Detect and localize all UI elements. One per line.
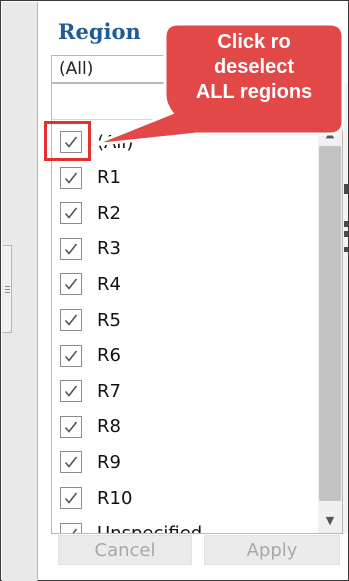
checkmark-icon [64,172,78,184]
checkbox[interactable] [60,380,82,403]
region-option[interactable]: R6 [52,340,318,372]
region-option-label: R3 [97,238,121,260]
checkmark-icon [64,243,78,255]
region-option[interactable]: R9 [52,446,318,478]
callout-line: Click ro [217,31,291,53]
chevron-down-icon[interactable]: ▼ [318,509,342,531]
callout-text: Click ro deselect ALL regions [166,30,342,105]
region-option-label: R4 [97,273,121,295]
region-option-label: R1 [97,167,121,189]
region-option[interactable]: R7 [52,375,318,407]
region-option[interactable]: Unspecified [52,518,318,533]
region-option[interactable]: R3 [52,233,318,265]
checkmark-icon [64,207,78,219]
background-peek-mark [344,221,348,227]
background-peek-mark [344,184,348,194]
checkbox[interactable] [60,309,82,331]
region-option-label: R10 [97,487,133,509]
checkmark-icon [64,350,78,362]
checkbox[interactable] [60,166,82,189]
checkbox[interactable] [60,415,82,438]
region-options: (All) R1 R2 R3 R4 R5 R6 R7 R8 R9 R10 Unspecified [52,120,318,533]
checkmark-icon [64,278,78,291]
checkbox[interactable] [60,451,82,474]
checkmark-icon [64,492,78,504]
checkmark-icon [64,456,78,469]
scrollbar-thumb[interactable] [319,146,341,501]
highlight-box [44,121,91,161]
checkbox[interactable] [60,273,82,296]
checkbox[interactable] [60,344,82,367]
region-option[interactable]: R5 [52,304,318,336]
region-option-label: Unspecified [97,523,202,533]
region-dropdown-list: (All) R1 R2 R3 R4 R5 R6 R7 R8 R9 R10 Unspecified ▲ … [51,83,343,534]
left-sidebar-strip [2,2,38,581]
region-option-label: R7 [97,380,121,402]
cancel-button[interactable]: Cancel [58,535,192,565]
checkbox[interactable] [60,487,82,509]
region-option[interactable]: R10 [52,482,318,514]
region-option-label: R8 [97,416,121,438]
region-option[interactable]: R4 [52,268,318,300]
region-option[interactable]: R2 [52,197,318,229]
region-option-label: R5 [97,309,121,331]
region-option-label: R9 [97,451,121,473]
region-option[interactable]: R8 [52,411,318,443]
background-peek-mark [344,247,348,252]
chevron-up-icon[interactable]: ▲ [318,122,342,144]
shadow-edge [343,83,348,534]
background-peek-mark [344,231,348,237]
apply-button[interactable]: Apply [204,535,340,565]
region-option[interactable]: R1 [52,162,318,194]
checkmark-icon [64,314,78,326]
resize-grip[interactable] [3,245,12,333]
callout-line: deselect [213,56,295,78]
checkbox[interactable] [60,202,82,225]
checkmark-icon [64,421,78,433]
filter-title: Region [58,19,141,44]
checkmark-icon [64,385,78,397]
sidebar-divider [37,2,38,581]
checkbox[interactable] [60,237,82,260]
region-select-value: (All) [59,59,94,79]
dropdown-scrollbar[interactable]: ▲ ▼ [318,120,342,533]
checkbox[interactable] [60,522,82,533]
callout-line: ALL regions [195,81,313,103]
grip-lines-icon [4,285,10,293]
region-option-label: (All) [97,131,134,153]
region-option-label: R6 [97,345,121,367]
region-option-label: R2 [97,202,121,224]
region-option[interactable]: (All) [52,126,318,158]
checkmark-icon [72,528,78,533]
